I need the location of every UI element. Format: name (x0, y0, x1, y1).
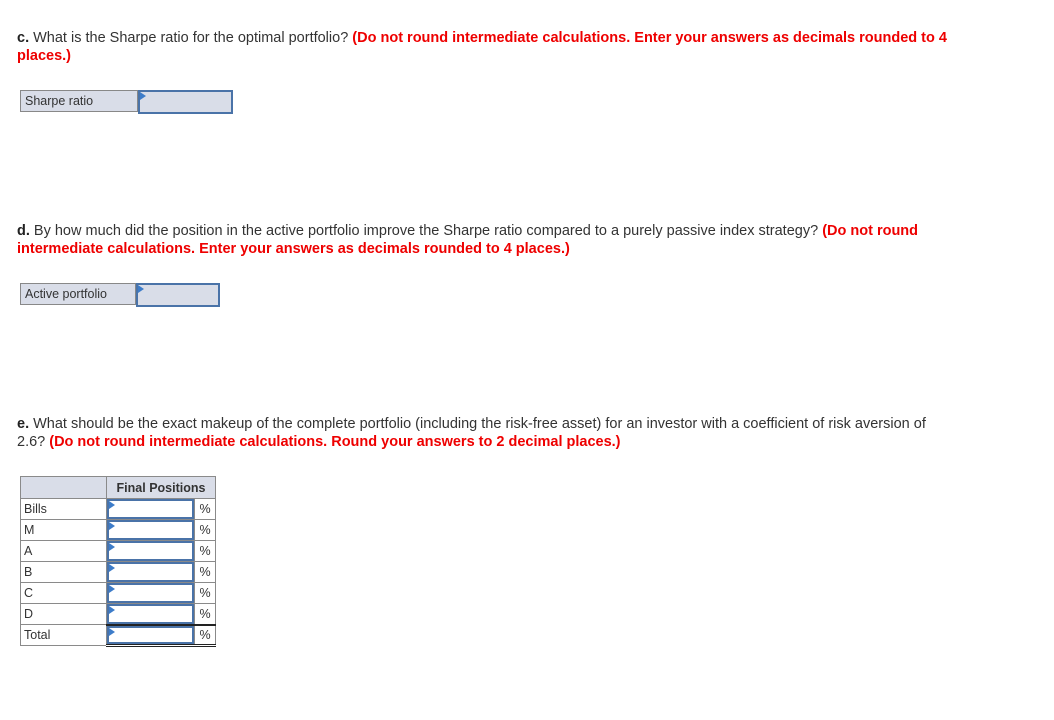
row-label-bills: Bills (20, 498, 107, 520)
active-portfolio-input[interactable] (138, 285, 218, 305)
active-portfolio-input-wrapper (136, 283, 220, 307)
m-input[interactable] (109, 522, 192, 538)
row-label-m: M (20, 519, 107, 541)
table-row-total: Total % (20, 623, 216, 647)
bills-input-wrapper (107, 499, 194, 519)
question-c-text: What is the Sharpe ratio for the optimal… (29, 30, 353, 46)
sharpe-ratio-label: Sharpe ratio (21, 91, 138, 111)
input-flag-icon (109, 543, 115, 551)
question-c: c. What is the Sharpe ratio for the opti… (17, 29, 952, 65)
row-label-c: C (20, 582, 107, 604)
percent-unit: % (194, 603, 216, 625)
active-portfolio-answer-row: Active portfolio (20, 283, 220, 307)
percent-unit: % (194, 561, 216, 583)
table-row-b: B % (20, 561, 216, 583)
d-input-wrapper (107, 604, 194, 624)
a-input[interactable] (109, 543, 192, 559)
percent-unit: % (194, 623, 216, 647)
input-flag-icon (109, 564, 115, 572)
input-flag-icon (109, 522, 115, 530)
active-portfolio-label: Active portfolio (21, 284, 136, 304)
table-corner-cell (20, 476, 107, 499)
bills-input[interactable] (109, 501, 192, 517)
question-e-instruction: (Do not round intermediate calculations.… (49, 434, 621, 450)
percent-unit: % (194, 498, 216, 520)
bills-input-cell (106, 498, 195, 520)
question-c-part: c. (17, 30, 30, 46)
b-input-cell (106, 561, 195, 583)
sharpe-ratio-input-wrapper (138, 90, 233, 114)
input-flag-icon (109, 501, 115, 509)
c-input-wrapper (107, 583, 194, 603)
input-flag-icon (140, 92, 146, 100)
m-input-cell (106, 519, 195, 541)
percent-unit: % (194, 582, 216, 604)
total-input[interactable] (109, 627, 192, 642)
question-d-part: d. (17, 223, 30, 239)
a-input-wrapper (107, 541, 194, 561)
question-e-part: e. (17, 416, 30, 432)
input-flag-icon (138, 285, 144, 293)
sharpe-ratio-input[interactable] (140, 92, 231, 112)
c-input-cell (106, 582, 195, 604)
question-d: d. By how much did the position in the a… (17, 222, 952, 258)
table-row-m: M % (20, 519, 216, 541)
row-label-total: Total (20, 624, 107, 646)
b-input-wrapper (107, 562, 194, 582)
table-row-c: C % (20, 582, 216, 604)
row-label-b: B (20, 561, 107, 583)
sharpe-ratio-answer-row: Sharpe ratio (20, 90, 233, 114)
table-row-a: A % (20, 540, 216, 562)
row-label-a: A (20, 540, 107, 562)
table-row-bills: Bills % (20, 498, 216, 520)
input-flag-icon (109, 627, 115, 636)
percent-unit: % (194, 540, 216, 562)
table-row-d: D % (20, 603, 216, 625)
input-flag-icon (109, 585, 115, 593)
question-d-text: By how much did the position in the acti… (29, 223, 823, 239)
question-e: e. What should be the exact makeup of th… (17, 415, 952, 451)
m-input-wrapper (107, 520, 194, 540)
final-positions-header: Final Positions (106, 476, 216, 499)
table-header-row: Final Positions (20, 476, 216, 499)
a-input-cell (106, 540, 195, 562)
percent-unit: % (194, 519, 216, 541)
total-input-wrapper (107, 625, 194, 644)
b-input[interactable] (109, 564, 192, 580)
row-label-d: D (20, 603, 107, 625)
d-input-cell (106, 603, 195, 625)
total-input-cell (106, 623, 195, 647)
d-input[interactable] (109, 606, 192, 622)
c-input[interactable] (109, 585, 192, 601)
input-flag-icon (109, 606, 115, 614)
final-positions-table: Final Positions Bills % M % A % B % C % (20, 476, 216, 647)
